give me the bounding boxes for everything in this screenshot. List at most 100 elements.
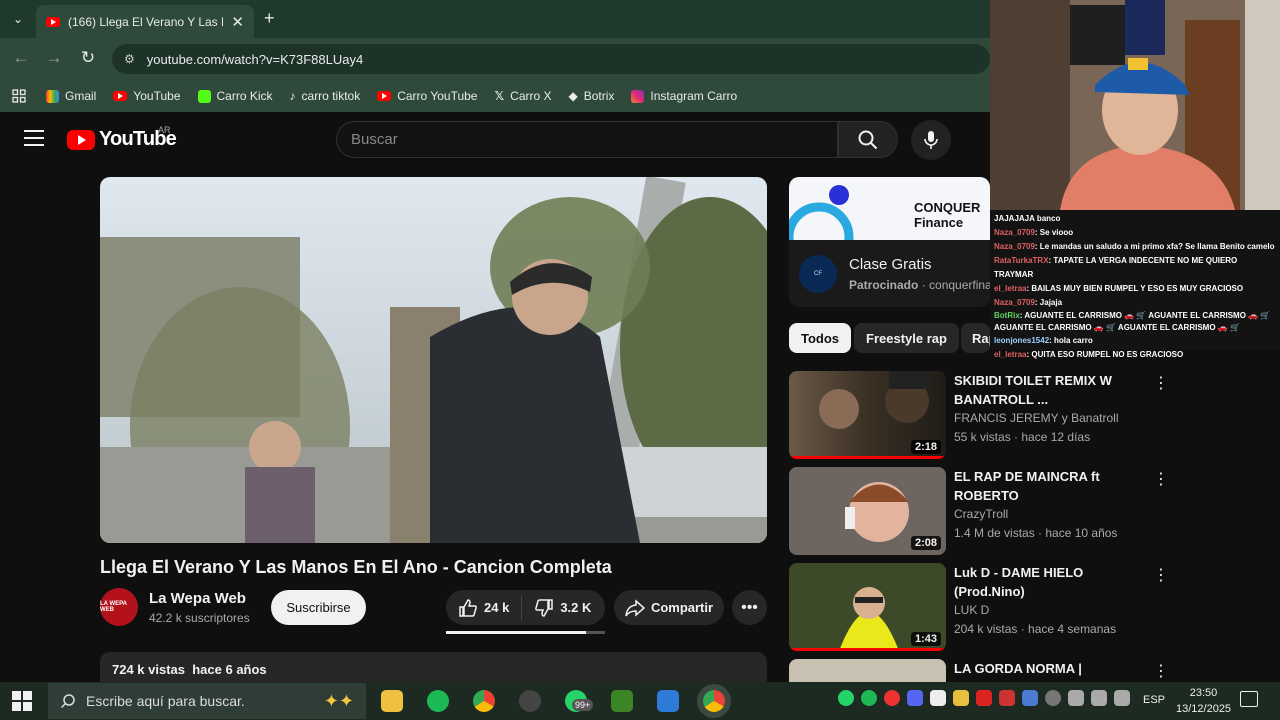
chat-message: leonjones1542: hola carro	[994, 336, 1093, 345]
tray-settings-icon[interactable]	[1022, 690, 1038, 706]
tab-search-menu-icon[interactable]: ⌄	[8, 9, 28, 29]
bookmark-botrix[interactable]: ◆ Botrix	[569, 89, 615, 103]
tiktok-icon: ♪	[289, 89, 296, 103]
like-button[interactable]: 24 k	[446, 590, 521, 625]
recommendation-item[interactable]: 2:18 SKIBIDI TOILET REMIX W BANATROLL ..…	[789, 371, 1169, 461]
tray-spotify-icon[interactable]	[861, 690, 877, 706]
bookmark-youtube[interactable]: YouTube	[113, 89, 181, 103]
minecraft-icon[interactable]	[611, 690, 633, 712]
bookmark-carro-kick[interactable]: Carro Kick	[197, 89, 273, 103]
stream-chat: JAJAJAJA banco Naza_0709: Se viooo Naza_…	[990, 210, 1280, 359]
video-thumbnail: 1:43	[789, 563, 946, 651]
browser-tab-active[interactable]: (166) Llega El Verano Y Las Man ✕	[36, 5, 254, 38]
tray-tiktok-icon[interactable]	[930, 690, 946, 706]
advertiser-logo: CF	[799, 255, 837, 293]
clock-time: 23:50	[1189, 687, 1218, 699]
chat-message: RataTurkaTRX: TAPATE LA VERGA INDECENTE …	[994, 256, 1238, 279]
clock[interactable]: 23:50 13/12/2025	[1176, 685, 1231, 717]
channel-name[interactable]: FRANCIS JEREMY y Banatroll	[954, 411, 1119, 425]
tray-security-icon[interactable]	[953, 690, 969, 706]
recommendation-item[interactable]: 2:08 EL RAP DE MAINCRA ft ROBERTO CrazyT…	[789, 467, 1169, 557]
bookmark-carro-tiktok[interactable]: ♪ carro tiktok	[290, 89, 361, 103]
more-options-icon[interactable]: ⋮	[1153, 469, 1169, 489]
watch-progress	[789, 648, 946, 651]
voice-search-button[interactable]	[911, 120, 951, 160]
input-language[interactable]: ESP	[1143, 694, 1165, 706]
recommendation-item[interactable]: LA GORDA NORMA | Pizarrap ⋮	[789, 659, 1169, 682]
bookmark-gmail[interactable]: Gmail	[46, 89, 96, 103]
store-icon[interactable]	[657, 690, 679, 712]
chat-message: JAJAJAJA banco	[994, 214, 1061, 223]
youtube-favicon-icon	[46, 16, 60, 27]
obs-icon[interactable]	[519, 690, 541, 712]
channel-name[interactable]: La Wepa Web	[149, 590, 246, 607]
botrix-icon: ◆	[568, 89, 578, 103]
share-button[interactable]: Compartir	[614, 590, 724, 625]
notification-badge: 99+	[572, 699, 594, 711]
gmail-icon	[46, 89, 59, 103]
tray-antivirus-icon[interactable]	[999, 690, 1015, 706]
url-text: youtube.com/watch?v=K73F88LUay4	[146, 51, 364, 67]
bookmark-instagram-carro[interactable]: Instagram Carro	[631, 89, 737, 103]
chat-message: BotRix: AGUANTE EL CARRISMO 🚗 🛒 AGUANTE …	[994, 311, 1271, 332]
bookmark-carro-x[interactable]: 𝕏 Carro X	[494, 89, 551, 103]
back-icon[interactable]: ←	[10, 48, 32, 68]
channel-name[interactable]: LUK D	[954, 603, 989, 617]
tray-obs-icon[interactable]	[1045, 690, 1061, 706]
forward-icon[interactable]: →	[43, 48, 65, 68]
ad-sponsored-line: Patrocinado · conquerfinanc	[849, 278, 990, 292]
bookmark-carro-youtube[interactable]: Carro YouTube	[377, 89, 477, 103]
more-options-icon[interactable]: ⋮	[1153, 661, 1169, 681]
tray-volume-icon[interactable]	[1091, 690, 1107, 706]
apps-grid-icon[interactable]	[12, 89, 26, 103]
reload-icon[interactable]: ↻	[77, 48, 99, 68]
video-player[interactable]	[100, 177, 767, 543]
recommendation-item[interactable]: 1:43 Luk D - DAME HIELO (Prod.Nino) LUK …	[789, 563, 1169, 653]
more-actions-icon[interactable]: •••	[732, 590, 767, 625]
site-info-icon[interactable]: ⚙	[124, 52, 135, 66]
search-input[interactable]: Buscar	[336, 121, 838, 158]
chip-rap[interactable]: Rap	[961, 323, 990, 353]
youtube-icon	[377, 91, 392, 101]
more-options-icon[interactable]: ⋮	[1153, 565, 1169, 585]
search-button[interactable]	[838, 121, 898, 158]
chrome-active-icon[interactable]	[703, 690, 725, 712]
close-tab-icon[interactable]: ✕	[231, 13, 244, 31]
video-title: Luk D - DAME HIELO (Prod.Nino)	[954, 565, 1084, 599]
tray-pen-icon[interactable]	[1114, 690, 1130, 706]
chrome-icon[interactable]	[473, 690, 495, 712]
tray-network-icon[interactable]	[1068, 690, 1084, 706]
file-explorer-icon[interactable]	[381, 690, 403, 712]
video-duration: 2:08	[910, 536, 941, 550]
hamburger-menu-icon[interactable]	[24, 130, 44, 148]
chip-freestyle-rap[interactable]: Freestyle rap	[854, 323, 959, 353]
channel-name[interactable]: CrazyTroll	[954, 507, 1008, 521]
system-tray	[838, 690, 1130, 706]
streamer-webcam	[990, 0, 1280, 210]
watch-progress	[789, 456, 946, 459]
tray-discord-icon[interactable]	[907, 690, 923, 706]
taskbar-search-input[interactable]: Escribe aquí para buscar. ✦✦	[48, 683, 366, 719]
share-icon	[625, 598, 645, 617]
address-bar[interactable]: ⚙ youtube.com/watch?v=K73F88LUay4	[112, 44, 990, 74]
notifications-icon[interactable]	[1240, 691, 1258, 707]
spotify-icon[interactable]	[427, 690, 449, 712]
webcam-feed	[990, 0, 1280, 210]
video-title: LA GORDA NORMA | Pizarrap	[954, 661, 1082, 682]
sponsored-ad[interactable]: CONQUER Finance CF Clase Gratis Patrocin…	[789, 177, 990, 307]
video-thumbnail	[789, 659, 946, 682]
x-icon: 𝕏	[494, 89, 505, 103]
start-button-windows-icon[interactable]	[12, 691, 32, 711]
tray-app2-icon[interactable]	[976, 690, 992, 706]
new-tab-icon[interactable]: +	[264, 8, 275, 29]
tray-app-icon[interactable]	[884, 690, 900, 706]
video-title: EL RAP DE MAINCRA ft ROBERTO	[954, 469, 1100, 503]
chip-todos[interactable]: Todos	[789, 323, 852, 353]
tab-title: (166) Llega El Verano Y Las Man	[68, 14, 223, 29]
subscribe-button[interactable]: Suscribirse	[271, 590, 366, 625]
tray-whatsapp-icon[interactable]	[838, 690, 854, 706]
dislike-button[interactable]: 3.2 K	[522, 590, 603, 625]
more-options-icon[interactable]: ⋮	[1153, 373, 1169, 393]
channel-avatar[interactable]: LA WEPA WEB	[100, 588, 138, 626]
ad-banner-text: CONQUER Finance	[914, 200, 981, 230]
